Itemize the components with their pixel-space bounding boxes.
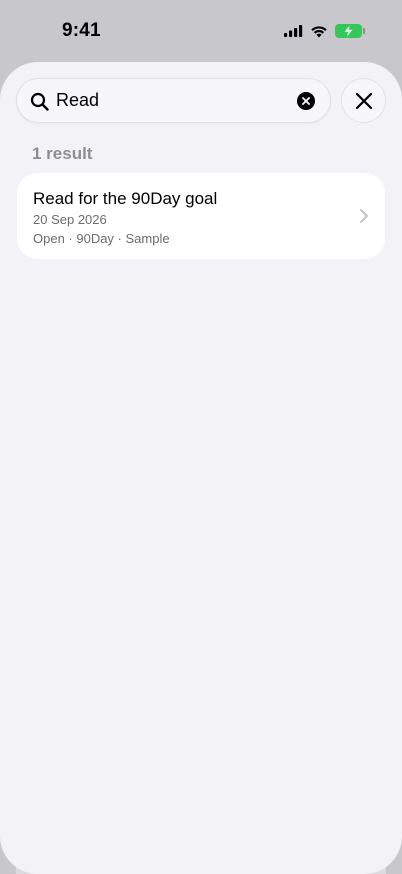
result-date: 20 Sep 2026 (33, 212, 107, 227)
status-icons (284, 24, 365, 38)
wifi-icon (311, 25, 327, 37)
clear-circle-icon (302, 97, 310, 105)
search-input[interactable] (56, 79, 286, 122)
status-time: 9:41 (62, 20, 101, 41)
status-bar: 9:41 (0, 0, 402, 62)
cellular-signal-icon (284, 25, 303, 37)
search-sheet: 1 result Read for the 90Day goal 20 Sep … (0, 62, 402, 874)
close-search-button[interactable] (341, 78, 386, 123)
chevron-right-icon (360, 209, 368, 223)
clear-search-button[interactable] (297, 92, 315, 110)
result-title: Read for the 90Day goal (33, 189, 218, 208)
search-field[interactable] (16, 78, 331, 123)
battery-charging-icon (335, 24, 365, 38)
search-result-item[interactable]: Read for the 90Day goal 20 Sep 2026 Open… (17, 173, 385, 259)
result-count: 1 result (32, 144, 93, 163)
result-meta: Open · 90Day · Sample (33, 231, 170, 246)
close-x-icon (355, 92, 372, 109)
magnifier-icon (30, 92, 49, 111)
